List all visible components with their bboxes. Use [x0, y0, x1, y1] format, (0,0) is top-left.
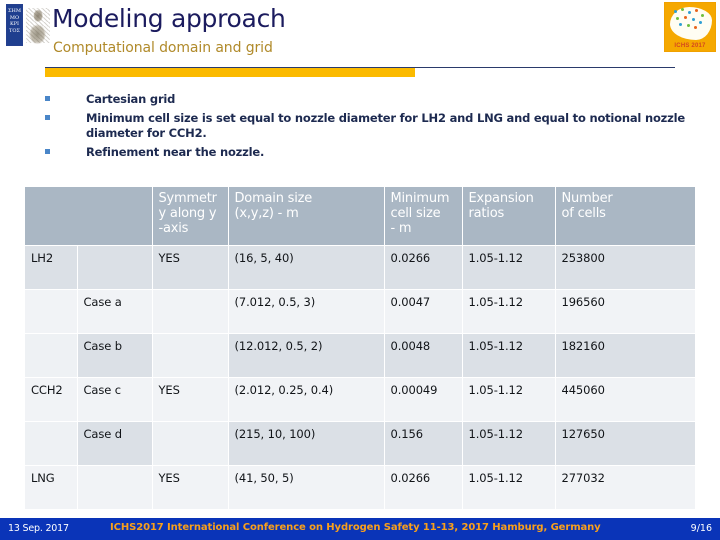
cell-number-of-cells: 277032: [554, 465, 695, 510]
cell-symmetry: YES: [151, 377, 229, 422]
cell-domain-size: (7.012, 0.5, 3): [227, 289, 385, 334]
cell-case: Case a: [76, 289, 153, 334]
cell-domain-size: (41, 50, 5): [227, 465, 385, 510]
cell-expansion-ratios: 1.05-1.12: [461, 377, 556, 422]
column-header-expansion-ratios: Expansion ratios: [461, 186, 556, 246]
table-header-row: Symmetr y along y -axis Domain size (x,y…: [25, 186, 696, 246]
bullet-square-icon: [45, 145, 86, 154]
cell-fuel: LH2: [25, 245, 78, 290]
cell-expansion-ratios: 1.05-1.12: [461, 289, 556, 334]
list-item: Refinement near the nozzle.: [45, 145, 685, 161]
column-header-number-of-cells: Number of cells: [554, 186, 696, 246]
page-title: Modeling approach: [52, 4, 286, 33]
cell-expansion-ratios: 1.05-1.12: [461, 333, 556, 378]
cell-symmetry: YES: [151, 245, 229, 290]
cell-min-cell-size: 0.00049: [383, 377, 463, 422]
cell-case: [76, 465, 153, 510]
institution-logo-greek-text: ΣΗΜ ΜΟ ΚΡΙ ΤΟΣ: [6, 4, 23, 46]
cell-symmetry: [151, 421, 229, 466]
conference-logo-molecule-icon: [672, 8, 706, 30]
cell-fuel: CCH2: [25, 377, 78, 422]
conference-logo: ICHS 2017: [664, 2, 716, 52]
cell-number-of-cells: 127650: [554, 421, 695, 466]
cell-number-of-cells: 445060: [554, 377, 695, 422]
cell-fuel: [25, 421, 78, 466]
column-header-domain-line1: Domain size: [234, 191, 313, 206]
bullet-square-icon: [45, 92, 86, 101]
slide: ΣΗΜ ΜΟ ΚΡΙ ΤΟΣ ICHS 2017 Modeling approach …: [0, 0, 720, 540]
conference-logo-label: ICHS 2017: [674, 43, 706, 49]
cell-symmetry: [151, 333, 229, 378]
bullet-square-icon: [45, 111, 86, 120]
column-header-mincell-line2: cell size: [390, 206, 441, 221]
cell-expansion-ratios: 1.05-1.12: [461, 245, 556, 290]
list-item: Minimum cell size is set equal to nozzle…: [45, 111, 685, 142]
list-item-label: Cartesian grid: [86, 92, 176, 106]
cell-domain-size: (16, 5, 40): [227, 245, 385, 290]
column-header-symmetry: Symmetr y along y -axis: [151, 186, 229, 246]
bullet-list: Cartesian grid Minimum cell size is set …: [45, 92, 685, 163]
column-header-min-cell-size: Minimum cell size - m: [383, 186, 463, 246]
footer-conference-title: ICHS2017 International Conference on Hyd…: [110, 522, 601, 533]
cell-min-cell-size: 0.0047: [383, 289, 463, 334]
cell-case: Case b: [76, 333, 153, 378]
column-header-blank: [25, 186, 153, 246]
column-header-symmetry-line1: Symmetr: [158, 191, 218, 206]
cell-expansion-ratios: 1.05-1.12: [461, 421, 556, 466]
table-row: CCH2 Case c YES (2.012, 0.25, 0.4) 0.000…: [25, 377, 695, 422]
footer-date: 13 Sep. 2017: [8, 523, 69, 534]
list-item-label: Refinement near the nozzle.: [86, 144, 265, 159]
column-header-expansion-line2: ratios: [468, 206, 505, 221]
institution-logo-figure: [23, 4, 52, 46]
cell-domain-size: (12.012, 0.5, 2): [227, 333, 385, 378]
list-item-label: Minimum cell size is set equal to nozzle…: [86, 110, 685, 141]
header-accent-bar: [45, 68, 415, 77]
list-item: Cartesian grid: [45, 92, 685, 108]
cell-number-of-cells: 182160: [554, 333, 695, 378]
cell-expansion-ratios: 1.05-1.12: [461, 465, 556, 510]
column-header-mincell-line1: Minimum: [390, 191, 450, 206]
cell-domain-size: (215, 10, 100): [227, 421, 385, 466]
cell-case: Case d: [76, 421, 153, 466]
institution-logo: ΣΗΜ ΜΟ ΚΡΙ ΤΟΣ: [6, 4, 52, 46]
footer-page-number: 9/16: [690, 523, 712, 534]
table-row: LNG YES (41, 50, 5) 0.0266 1.05-1.12 277…: [25, 465, 695, 510]
table-row: Case d (215, 10, 100) 0.156 1.05-1.12 12…: [25, 421, 695, 466]
table-row: Case b (12.012, 0.5, 2) 0.0048 1.05-1.12…: [25, 333, 695, 378]
cell-symmetry: YES: [151, 465, 229, 510]
cell-min-cell-size: 0.156: [383, 421, 463, 466]
cell-symmetry: [151, 289, 229, 334]
column-header-symmetry-line3: -axis: [158, 221, 189, 236]
column-header-expansion-line1: Expansion: [468, 191, 534, 206]
cell-fuel: [25, 333, 78, 378]
cell-case: [76, 245, 153, 290]
cell-min-cell-size: 0.0048: [383, 333, 463, 378]
column-header-mincell-line3: - m: [390, 221, 412, 236]
cell-domain-size: (2.012, 0.25, 0.4): [227, 377, 385, 422]
cell-case: Case c: [76, 377, 153, 422]
table-row: LH2 YES (16, 5, 40) 0.0266 1.05-1.12 253…: [25, 245, 695, 290]
table-row: Case a (7.012, 0.5, 3) 0.0047 1.05-1.12 …: [25, 289, 695, 334]
column-header-domain-size: Domain size (x,y,z) - m: [227, 186, 385, 246]
column-header-numcells-line1: Number: [561, 191, 613, 206]
cell-fuel: LNG: [25, 465, 78, 510]
cell-number-of-cells: 196560: [554, 289, 695, 334]
column-header-numcells-line2: of cells: [561, 206, 606, 221]
page-subtitle: Computational domain and grid: [53, 40, 273, 56]
column-header-domain-line2: (x,y,z) - m: [234, 206, 299, 221]
cell-number-of-cells: 253800: [554, 245, 695, 290]
cell-min-cell-size: 0.0266: [383, 245, 463, 290]
grid-parameters-table: Symmetr y along y -axis Domain size (x,y…: [25, 186, 696, 510]
cell-fuel: [25, 289, 78, 334]
slide-footer: 13 Sep. 2017 ICHS2017 International Conf…: [0, 518, 720, 540]
column-header-symmetry-line2: y along y: [158, 206, 217, 221]
cell-min-cell-size: 0.0266: [383, 465, 463, 510]
